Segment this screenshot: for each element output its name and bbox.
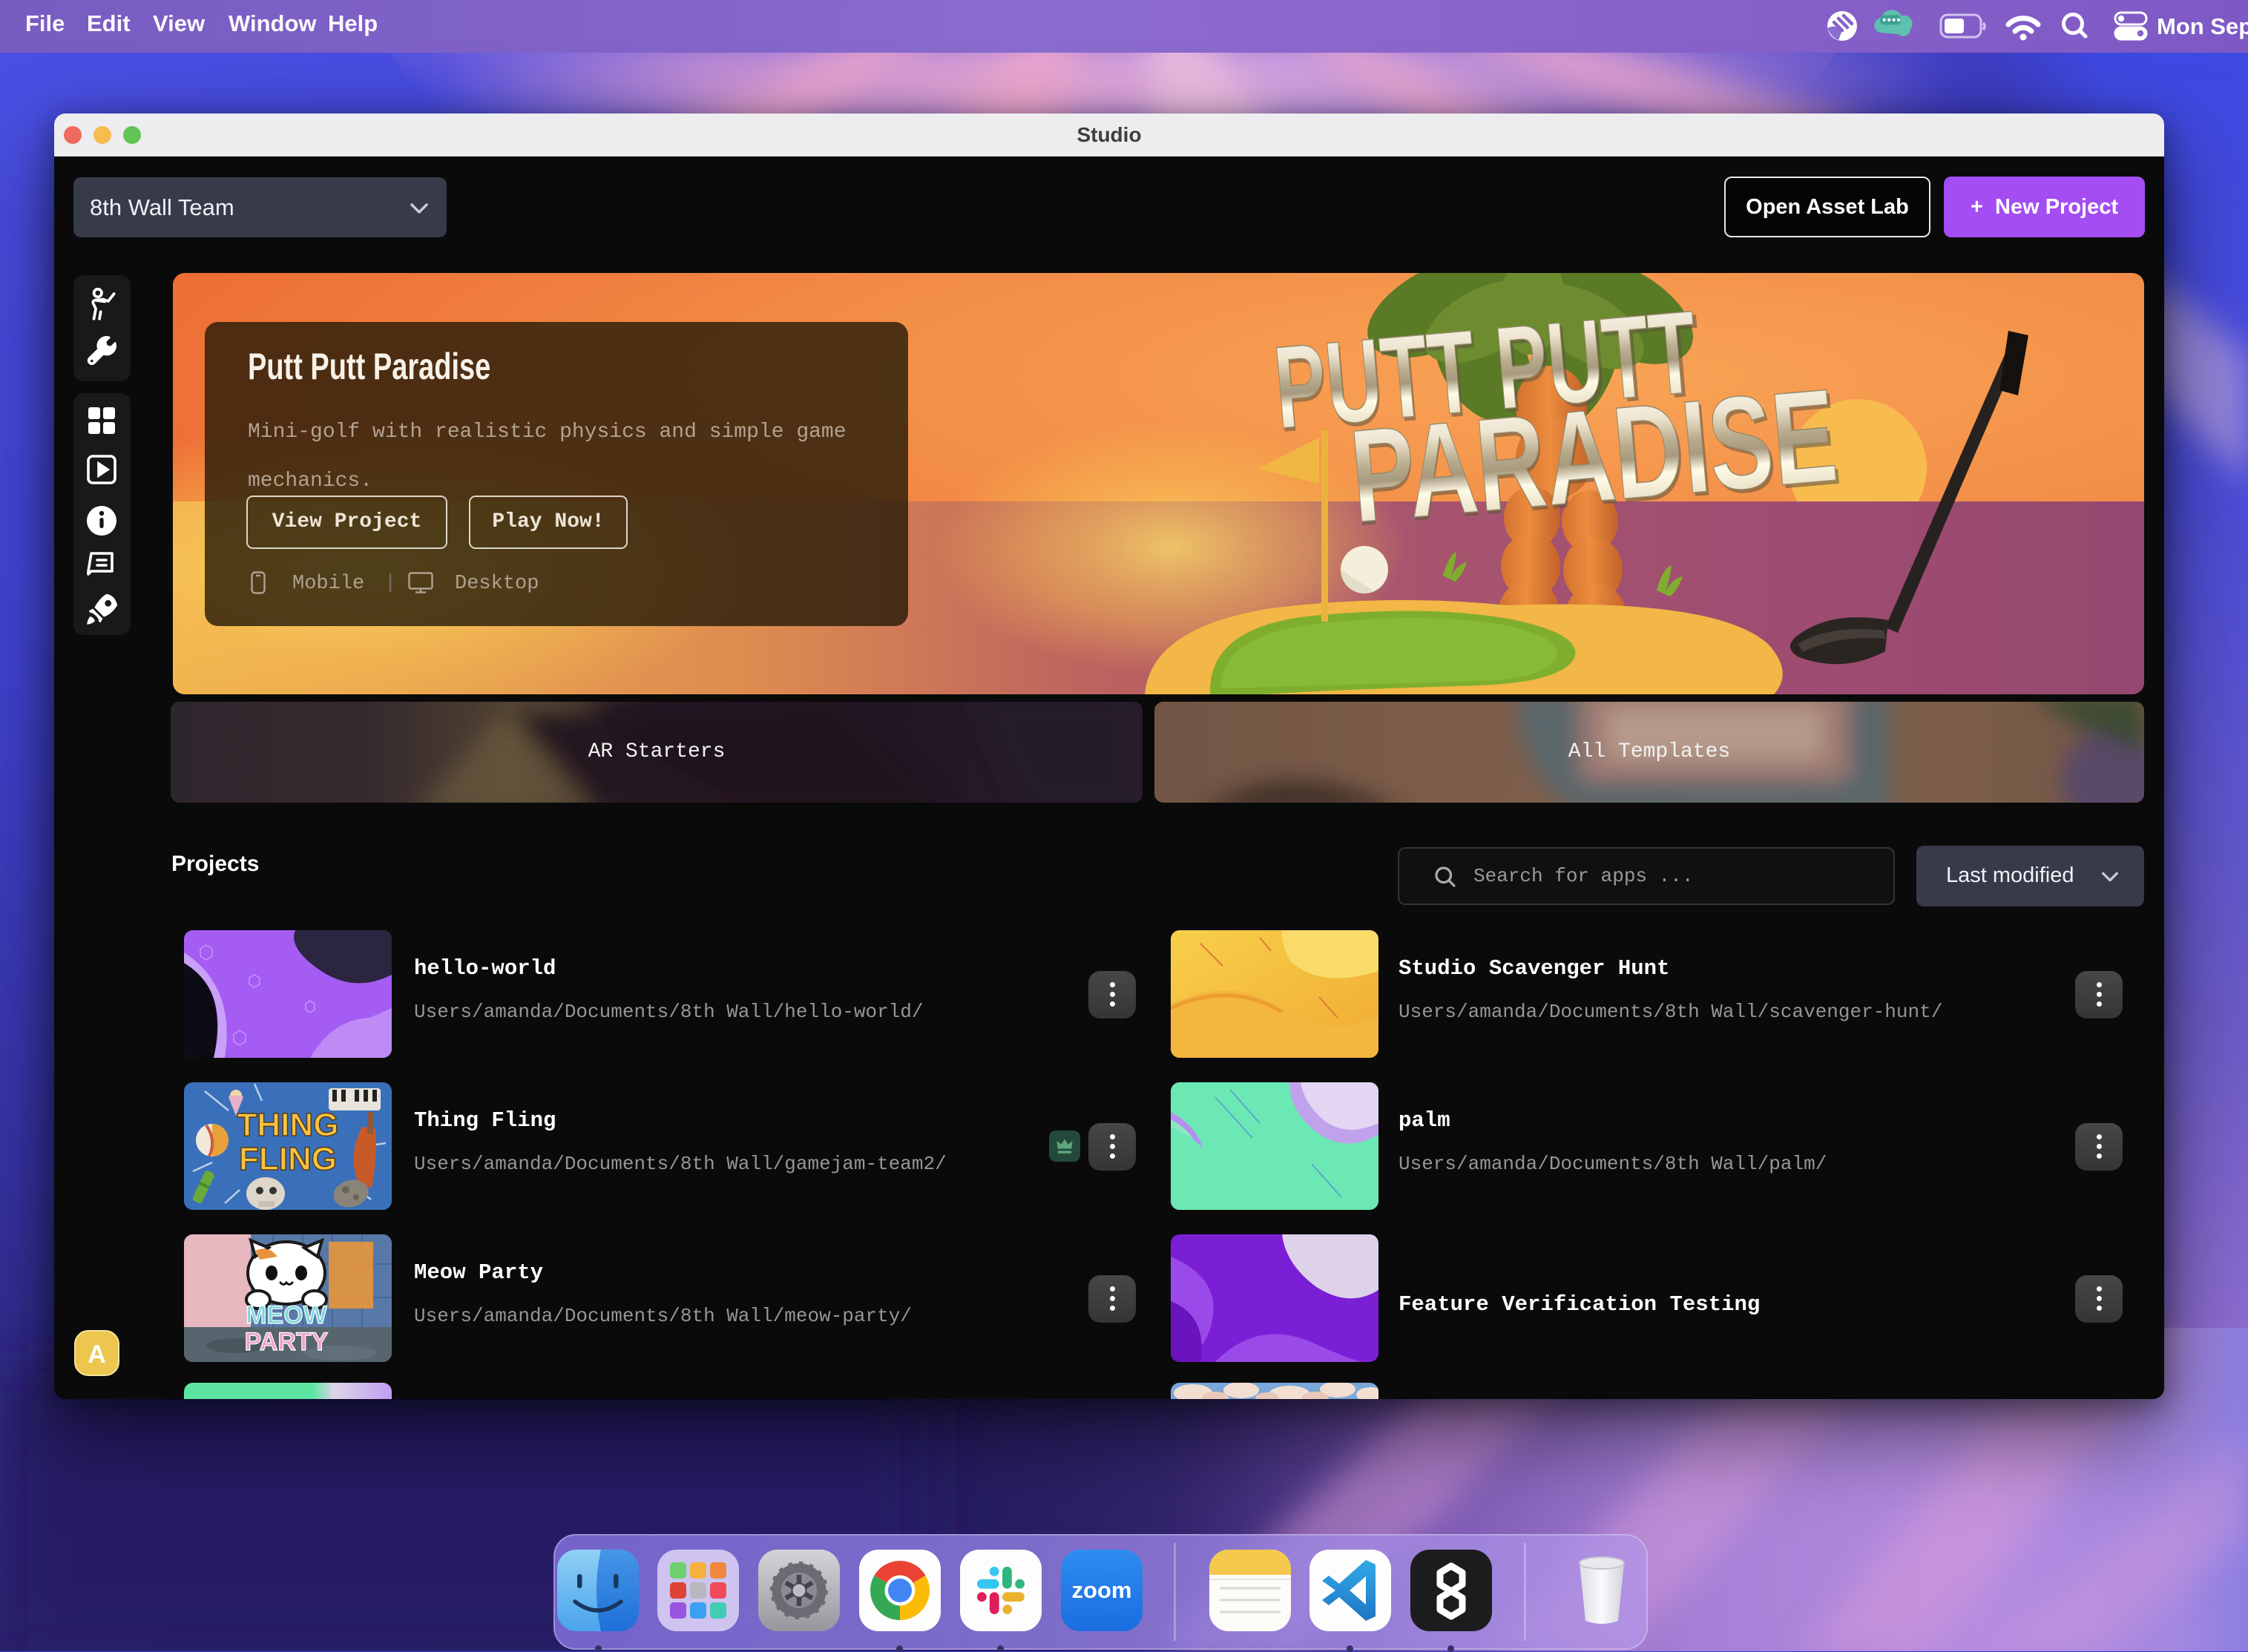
svg-text:THING: THING (237, 1107, 339, 1143)
svg-text:PARTY: PARTY (245, 1328, 329, 1356)
svg-text:MEOW: MEOW (246, 1301, 327, 1329)
svg-text:zoom: zoom (1072, 1577, 1132, 1603)
svg-text:FLING: FLING (239, 1141, 337, 1177)
svg-text:Mon Sep: Mon Sep (2157, 13, 2248, 39)
